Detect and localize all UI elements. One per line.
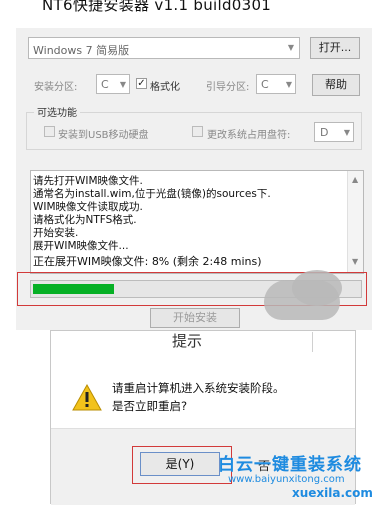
check-icon: ✓	[137, 78, 146, 89]
log-line: 请先打开WIM映像文件.	[33, 175, 143, 187]
log-line: 开始安装.	[33, 227, 79, 239]
scroll-down-icon[interactable]: ▼	[352, 257, 358, 266]
help-button-label: 帮助	[325, 78, 347, 91]
dialog-close-button[interactable]	[312, 332, 357, 352]
open-button-label: 打开...	[318, 41, 352, 54]
install-partition-label: 安装分区:	[34, 82, 78, 93]
log-line: 展开WIM映像文件...	[33, 240, 129, 252]
usb-option-checkbox[interactable]	[44, 126, 55, 137]
watermark-url: www.baiyunxitong.com	[228, 474, 345, 485]
log-line: 通常名为install.wim,位于光盘(镜像)的sources下.	[33, 188, 271, 200]
progress-fill	[33, 284, 114, 294]
os-edition-value: Windows 7 简易版	[33, 44, 130, 57]
format-label: 格式化	[150, 82, 180, 93]
dialog-message-line-1: 请重启计算机进入系统安装阶段。	[112, 381, 285, 395]
watermark-brand: 白云一键重装系统	[218, 455, 362, 475]
drive-letter-option-checkbox[interactable]	[192, 126, 203, 137]
os-edition-select[interactable]: Windows 7 简易版 ▼	[28, 37, 300, 59]
log-line: 请格式化为NTFS格式.	[33, 214, 137, 226]
install-partition-select[interactable]: C ▼	[96, 74, 130, 94]
optional-features-title: 可选功能	[34, 104, 80, 119]
dialog-title: 提示	[172, 332, 203, 350]
chevron-down-icon: ▼	[287, 43, 294, 52]
boot-partition-select[interactable]: C ▼	[256, 74, 296, 94]
chevron-down-icon: ▼	[285, 80, 292, 89]
log-line-progress: 正在展开WIM映像文件: 8% (剩余 2:48 mins)	[33, 255, 262, 268]
watermark-cloud	[264, 280, 340, 320]
log-line: WIM映像文件读取成功.	[33, 201, 143, 213]
install-log[interactable]: 请先打开WIM映像文件. 通常名为install.wim,位于光盘(镜像)的so…	[30, 170, 364, 274]
watermark-url-2: xuexila.com	[292, 486, 373, 500]
format-checkbox[interactable]: ✓	[136, 78, 147, 89]
dialog-message-line-2: 是否立即重启?	[112, 399, 188, 413]
open-button[interactable]: 打开...	[310, 37, 360, 59]
start-install-button[interactable]: 开始安装	[150, 308, 240, 328]
start-install-label: 开始安装	[173, 311, 217, 324]
install-partition-value: C	[101, 78, 109, 91]
log-scrollbar[interactable]: ▲ ▼	[347, 171, 363, 273]
drive-letter-value: D	[320, 126, 329, 139]
drive-letter-option-label: 更改系统占用盘符:	[207, 130, 291, 141]
chevron-down-icon: ▼	[343, 128, 350, 137]
boot-partition-label: 引导分区:	[206, 82, 250, 93]
help-button[interactable]: 帮助	[312, 74, 360, 96]
installer-title: NT6快捷安装器 v1.1 build0301	[42, 0, 272, 14]
usb-option-label: 安装到USB移动硬盘	[58, 130, 149, 141]
yes-button[interactable]: 是(Y)	[140, 452, 220, 476]
chevron-down-icon: ▼	[119, 80, 126, 89]
scroll-up-icon[interactable]: ▲	[352, 175, 358, 184]
warning-icon	[72, 383, 102, 414]
boot-partition-value: C	[261, 78, 269, 91]
installer-titlebar[interactable]: NT6快捷安装器 v1.1 build0301	[0, 0, 380, 16]
drive-letter-select[interactable]: D ▼	[314, 122, 354, 142]
yes-button-label: 是(Y)	[165, 457, 195, 471]
